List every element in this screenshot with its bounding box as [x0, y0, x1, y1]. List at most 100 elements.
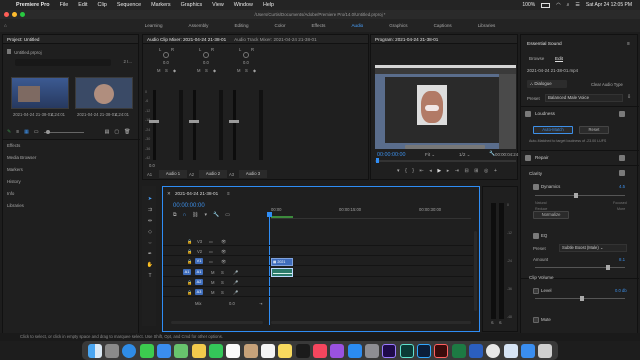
meter-solo-left[interactable]: S — [491, 321, 494, 325]
menu-view[interactable]: View — [212, 2, 224, 8]
reset-button[interactable]: Reset — [579, 126, 609, 134]
downloads-icon[interactable] — [520, 343, 535, 358]
workspace-assembly[interactable]: Assembly — [176, 23, 222, 28]
lock-icon[interactable]: 🔒 — [187, 249, 192, 255]
app-store-icon[interactable] — [347, 343, 362, 358]
lock-icon[interactable]: 🔒 — [187, 280, 192, 286]
lock-icon[interactable]: 🔒 — [187, 259, 192, 265]
track-a1-label[interactable]: A1 — [195, 269, 203, 275]
menu-clip[interactable]: Clip — [98, 2, 107, 8]
pen-tool-icon[interactable]: ✒ — [146, 251, 154, 259]
solo-a1[interactable]: S — [221, 270, 224, 275]
repair-checkbox[interactable] — [525, 155, 531, 161]
tab-audio-track-mixer[interactable]: Audio Track Mixer: 2021-04-24 21-38-01 — [234, 37, 316, 42]
battery-icon[interactable] — [541, 2, 551, 8]
play-icon[interactable]: ▶ — [437, 168, 441, 174]
channel-1-solo[interactable]: S — [165, 68, 168, 73]
add-button-icon[interactable]: + — [494, 168, 497, 174]
minimize-window-icon[interactable] — [12, 12, 17, 17]
snap-icon[interactable]: ∩ — [183, 212, 187, 218]
go-to-in-icon[interactable]: ⇤ — [420, 168, 424, 174]
save-preset-icon[interactable]: ⇩ — [627, 94, 631, 100]
tab-project[interactable]: Project: Untitled — [7, 37, 39, 42]
essential-sound-menu-icon[interactable]: ≡ — [627, 41, 630, 47]
es-preset-dropdown[interactable]: Balanced Male Voice — [545, 94, 623, 102]
program-scrubber[interactable] — [375, 160, 516, 162]
mark-out-icon[interactable]: } — [412, 168, 414, 174]
eq-checkbox[interactable] — [533, 233, 539, 239]
razor-tool-icon[interactable]: ◇ — [146, 229, 154, 237]
audio-type-tag[interactable]: ⛬ Dialogue — [527, 80, 567, 88]
workspace-graphics[interactable]: Graphics — [376, 23, 420, 28]
maximize-window-icon[interactable] — [20, 12, 25, 17]
timeline-horizontal-scrollbar[interactable] — [171, 321, 263, 324]
track-a2-label[interactable]: A2 — [195, 279, 203, 285]
track-v1-label[interactable]: V1 — [195, 258, 203, 264]
home-icon[interactable]: ⌂ — [4, 23, 7, 28]
preview-icon[interactable] — [503, 343, 518, 358]
dynamics-value[interactable]: 4.5 — [619, 184, 625, 189]
freeform-view-icon[interactable]: ▭ — [34, 129, 39, 135]
channel-2-mute[interactable]: M — [197, 68, 201, 73]
dynamics-slider[interactable] — [535, 195, 625, 196]
channel-1-fader-track[interactable] — [153, 90, 156, 160]
tab-edit[interactable]: Edit — [555, 56, 563, 62]
channel-2-solo[interactable]: S — [205, 68, 208, 73]
step-back-icon[interactable]: ◂ — [429, 168, 432, 174]
word-icon[interactable] — [468, 343, 483, 358]
program-timecode[interactable]: 00:00:00:00 — [377, 152, 405, 158]
eye-icon[interactable]: 👁 — [221, 249, 226, 255]
type-tool-icon[interactable]: T — [146, 273, 154, 281]
fit-dropdown[interactable]: Fit ⌄ — [425, 152, 435, 158]
workspace-learning[interactable]: Learning — [132, 23, 176, 28]
calendar-icon[interactable] — [226, 343, 241, 358]
normalize-button[interactable]: Normalize — [533, 211, 569, 219]
search-icon[interactable]: ⌕ — [567, 2, 570, 8]
repair-toggle[interactable] — [619, 155, 625, 161]
podcasts-icon[interactable] — [330, 343, 345, 358]
safari-icon[interactable] — [122, 343, 137, 358]
mark-in-icon[interactable]: { — [405, 168, 407, 174]
project-thumbnail-2[interactable] — [75, 77, 133, 109]
hand-tool-icon[interactable]: ✋ — [146, 262, 154, 270]
mail-icon[interactable] — [156, 343, 171, 358]
project-thumbnail-1[interactable] — [11, 77, 69, 109]
messages-icon[interactable] — [139, 343, 154, 358]
maps-icon[interactable] — [174, 343, 189, 358]
sync-lock-icon[interactable]: ▭ — [209, 259, 213, 264]
menu-markers[interactable]: Markers — [151, 2, 170, 8]
menu-edit[interactable]: Edit — [78, 2, 87, 8]
channel-1-fader-handle[interactable] — [149, 120, 159, 123]
workspace-captions[interactable]: Captions — [421, 23, 465, 28]
workspace-effects[interactable]: Effects — [298, 23, 338, 28]
workspace-libraries[interactable]: Libraries — [465, 23, 509, 28]
channel-2-fader-track[interactable] — [193, 90, 196, 160]
solo-a3[interactable]: S — [221, 290, 224, 295]
launchpad-icon[interactable] — [104, 343, 119, 358]
level-checkbox[interactable] — [533, 288, 539, 294]
extract-icon[interactable]: ⊞ — [474, 168, 478, 174]
amount-slider[interactable] — [535, 267, 625, 268]
facetime-icon[interactable] — [208, 343, 223, 358]
notes-icon[interactable] — [278, 343, 293, 358]
timeline-timecode[interactable]: 00:00:00:00 — [173, 203, 205, 209]
timeline-horizontal-scrollbar-right[interactable] — [271, 321, 471, 324]
menu-app-name[interactable]: Premiere Pro — [16, 2, 50, 8]
ratio-dropdown[interactable]: 1/2 ⌄ — [459, 152, 471, 158]
tv-icon[interactable] — [295, 343, 310, 358]
workspace-audio[interactable]: Audio — [338, 23, 376, 28]
sidebar-item-media-browser[interactable]: Media Browser — [7, 155, 36, 160]
lock-icon[interactable]: 🔒 — [187, 290, 192, 296]
pencil-icon[interactable]: ✎ — [7, 129, 11, 135]
channel-3-solo[interactable]: S — [245, 68, 248, 73]
track-select-tool-icon[interactable]: ⇉ — [146, 207, 154, 215]
eye-icon[interactable]: 👁 — [221, 259, 226, 265]
menu-window[interactable]: Window — [234, 2, 253, 8]
sync-lock-icon[interactable]: ▭ — [209, 239, 213, 244]
tab-audio-clip-mixer[interactable]: Audio Clip Mixer: 2021-04-24 21-38-01 — [147, 37, 226, 42]
sidebar-item-markers[interactable]: Markers — [7, 167, 23, 172]
lift-icon[interactable]: ⊟ — [465, 168, 469, 174]
selection-tool-icon[interactable]: ➤ — [146, 196, 154, 204]
voiceover-a1-icon[interactable]: 🎤 — [233, 270, 238, 276]
new-item-icon[interactable]: ▤ — [105, 129, 110, 135]
